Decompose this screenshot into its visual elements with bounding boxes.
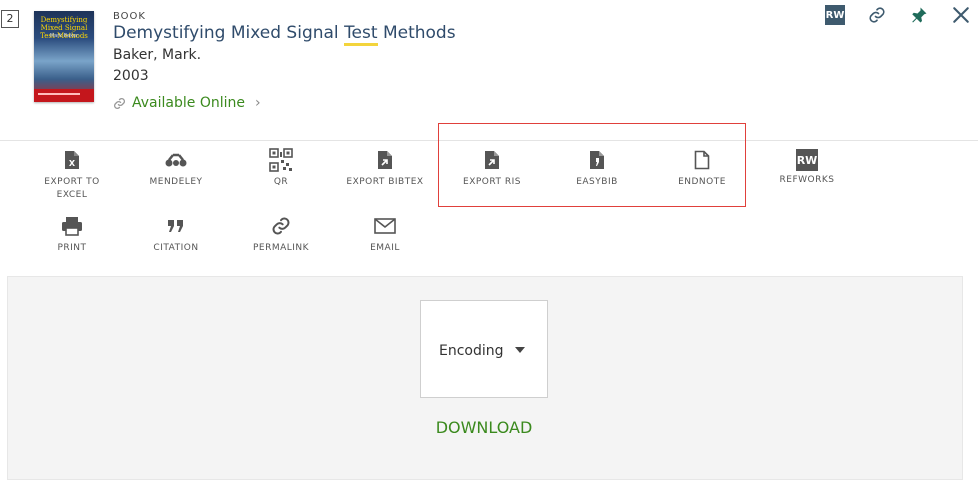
title-part: Demystifying Mixed Signal: [113, 23, 345, 43]
excel-icon: X: [65, 151, 79, 169]
chevron-right-icon: ›: [254, 95, 261, 111]
mendeley-icon: [165, 153, 187, 167]
record-actions: RW: [824, 4, 972, 26]
qr-icon: [269, 148, 293, 172]
action-citation[interactable]: CITATION: [126, 214, 226, 255]
refworks-icon: RW: [825, 5, 845, 25]
action-label: MENDELEY: [149, 177, 203, 187]
action-export-excel[interactable]: X EXPORT TO EXCEL: [22, 148, 122, 202]
action-label: EXPORT TO: [44, 177, 100, 187]
availability-text: Available Online: [132, 95, 245, 111]
title-highlight: Test: [344, 23, 378, 46]
action-refworks[interactable]: RW REFWORKS: [757, 148, 857, 187]
svg-text:X: X: [69, 159, 76, 168]
link-icon: [113, 97, 126, 110]
action-email[interactable]: EMAIL: [335, 214, 435, 255]
action-label: EXCEL: [56, 190, 88, 200]
result-number: 2: [1, 10, 19, 28]
item-title-link[interactable]: Demystifying Mixed Signal Test Methods: [113, 23, 456, 46]
item-type-label: BOOK: [113, 11, 146, 22]
encoding-dropdown[interactable]: Encoding: [420, 300, 548, 398]
close-icon: [953, 7, 969, 23]
title-part: Methods: [377, 23, 456, 43]
action-label: QR: [273, 177, 289, 187]
action-print[interactable]: PRINT: [22, 214, 122, 255]
action-label: EMAIL: [370, 243, 400, 253]
encoding-label: Encoding: [439, 343, 504, 359]
close-button[interactable]: [950, 4, 972, 26]
item-year: 2003: [113, 68, 149, 84]
email-icon: [374, 218, 396, 234]
cover-band: [34, 89, 94, 102]
action-label: REFWORKS: [779, 175, 835, 185]
action-qr[interactable]: QR: [231, 148, 331, 189]
link-icon: [272, 217, 290, 235]
download-button[interactable]: DOWNLOAD: [420, 418, 548, 437]
book-cover-image[interactable]: Demystifying Mixed Signal Test Methods M…: [34, 11, 94, 102]
action-label: CITATION: [153, 243, 199, 253]
highlight-annotation-box: [438, 123, 746, 207]
availability-link[interactable]: Available Online ›: [113, 95, 261, 111]
action-mendeley[interactable]: MENDELEY: [126, 148, 226, 189]
pin-button[interactable]: [908, 4, 930, 26]
print-icon: [62, 217, 82, 236]
caret-down-icon: [515, 347, 525, 353]
permalink-button[interactable]: [866, 4, 888, 26]
refworks-button[interactable]: RW: [824, 4, 846, 26]
cover-author-text: Mark Baker: [49, 33, 79, 39]
refworks-icon: RW: [796, 149, 818, 171]
item-author: Baker, Mark.: [113, 47, 202, 63]
link-icon: [869, 7, 885, 23]
action-label: PERMALINK: [252, 243, 310, 253]
action-label: EXPORT BIBTEX: [346, 177, 424, 187]
action-permalink[interactable]: PERMALINK: [231, 214, 331, 255]
quote-icon: [168, 220, 183, 232]
action-label: PRINT: [57, 243, 87, 253]
action-export-bibtex[interactable]: EXPORT BIBTEX: [335, 148, 435, 189]
file-export-icon: [378, 151, 392, 169]
pin-icon: [912, 7, 927, 23]
